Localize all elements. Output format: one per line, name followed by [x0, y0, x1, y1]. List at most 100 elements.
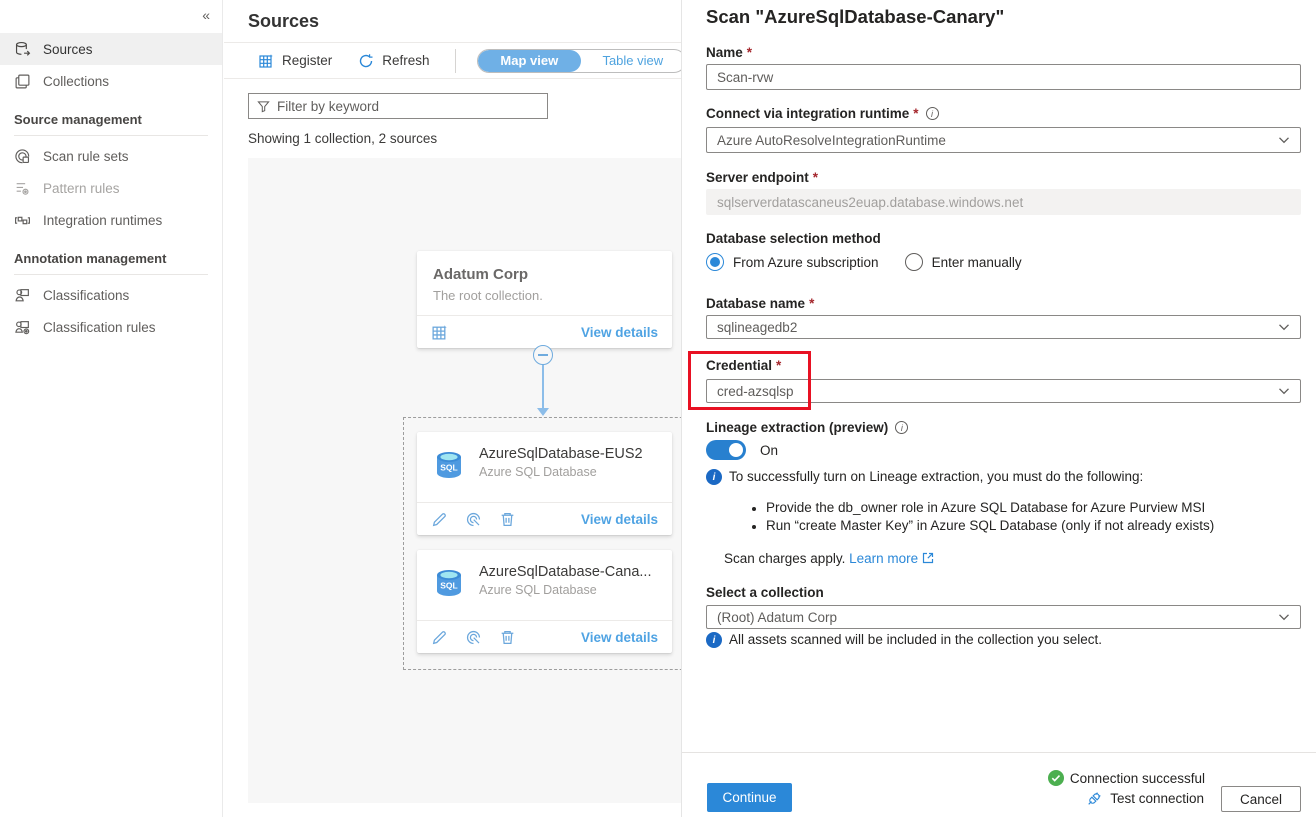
view-details-link[interactable]: View details: [581, 630, 658, 645]
source-name: AzureSqlDatabase-Cana...: [479, 564, 652, 580]
bullet-dot: [752, 525, 756, 529]
azure-sql-database-icon: SQL: [431, 445, 467, 481]
register-grid-icon[interactable]: [431, 324, 448, 341]
scan-icon[interactable]: [465, 629, 482, 646]
test-connection-button[interactable]: Test connection: [1087, 791, 1204, 806]
collapse-node-button[interactable]: [533, 345, 553, 365]
divider: [224, 78, 681, 79]
connector-line: [542, 365, 544, 409]
sidebar-item-label: Collections: [43, 74, 109, 89]
classification-rules-icon: [14, 319, 31, 336]
success-check-icon: [1048, 770, 1064, 786]
collections-icon: [14, 73, 31, 90]
db-name-dropdown[interactable]: sqlineagedb2: [706, 315, 1301, 339]
register-grid-icon: [258, 53, 274, 69]
chevron-down-icon: [1278, 321, 1290, 333]
source-type: Azure SQL Database: [479, 465, 643, 479]
root-collection-card: Adatum Corp The root collection. View de…: [417, 251, 672, 348]
sidebar-collapse-button[interactable]: «: [198, 5, 214, 25]
table-view-tab[interactable]: Table view: [581, 50, 685, 72]
classifications-icon: [14, 287, 31, 304]
connector-arrowhead: [537, 408, 549, 416]
collection-label: Select a collection: [706, 585, 824, 600]
radio-from-azure-subscription[interactable]: From Azure subscription: [706, 253, 879, 271]
sidebar-item-collections[interactable]: Collections: [0, 65, 222, 97]
sidebar-item-pattern-rules[interactable]: Pattern rules: [0, 172, 222, 204]
refresh-icon: [358, 53, 374, 69]
scan-icon[interactable]: [465, 511, 482, 528]
sidebar-item-sources[interactable]: Sources: [0, 33, 222, 65]
name-field-wrapper: [706, 64, 1301, 90]
delete-icon[interactable]: [499, 629, 516, 646]
page-title: Sources: [248, 11, 319, 32]
svg-text:SQL: SQL: [440, 463, 457, 473]
credential-label: Credential*: [706, 358, 781, 373]
edit-icon[interactable]: [431, 511, 448, 528]
filter-input-wrapper: [248, 93, 548, 119]
sidebar-item-label: Classification rules: [43, 320, 156, 335]
chevron-down-icon: [1278, 611, 1290, 623]
sidebar-item-scan-rule-sets[interactable]: Scan rule sets: [0, 140, 222, 172]
view-toggle: Map view Table view: [477, 49, 686, 73]
sidebar-item-label: Classifications: [43, 288, 129, 303]
register-button[interactable]: Register: [258, 53, 332, 69]
filter-icon: [257, 100, 270, 113]
info-tooltip-icon[interactable]: i: [895, 421, 908, 434]
panel-title: Scan "AzureSqlDatabase-Canary": [706, 6, 1004, 28]
chevron-down-icon: [1278, 134, 1290, 146]
scan-charges-line: Scan charges apply. Learn more: [724, 551, 934, 566]
map-view-tab[interactable]: Map view: [478, 50, 582, 72]
pattern-rules-icon: [14, 180, 31, 197]
info-icon: i: [706, 632, 722, 648]
plug-icon: [1087, 791, 1102, 806]
learn-more-link[interactable]: Learn more: [849, 551, 934, 566]
collection-name: Adatum Corp: [433, 266, 656, 283]
credential-dropdown[interactable]: cred-azsqlsp: [706, 379, 1301, 403]
sidebar-item-label: Scan rule sets: [43, 149, 129, 164]
sidebar-item-classifications[interactable]: Classifications: [0, 279, 222, 311]
lineage-toggle[interactable]: [706, 440, 746, 460]
sidebar-item-label: Integration runtimes: [43, 213, 162, 228]
runtime-label: Connect via integration runtime* i: [706, 106, 939, 121]
scan-rule-sets-icon: [14, 148, 31, 165]
collection-dropdown[interactable]: (Root) Adatum Corp: [706, 605, 1301, 629]
filter-input[interactable]: [277, 99, 539, 114]
db-method-radio-group: From Azure subscription Enter manually: [706, 253, 1022, 271]
collection-info-message: i All assets scanned will be included in…: [706, 632, 1102, 648]
delete-icon[interactable]: [499, 511, 516, 528]
sources-map-canvas: Adatum Corp The root collection. View de…: [248, 158, 681, 803]
refresh-label: Refresh: [382, 53, 429, 68]
source-card-canary: SQL AzureSqlDatabase-Cana... Azure SQL D…: [417, 550, 672, 653]
sidebar-section-annotation-management: Annotation management: [0, 247, 222, 274]
cancel-button[interactable]: Cancel: [1221, 786, 1301, 812]
lineage-bullet-2: Run “create Master Key” in Azure SQL Dat…: [752, 518, 1214, 533]
runtime-dropdown[interactable]: Azure AutoResolveIntegrationRuntime: [706, 127, 1301, 153]
collection-description: The root collection.: [433, 288, 656, 303]
azure-sql-database-icon: SQL: [431, 563, 467, 599]
sidebar-item-classification-rules[interactable]: Classification rules: [0, 311, 222, 343]
source-card-eus2: SQL AzureSqlDatabase-EUS2 Azure SQL Data…: [417, 432, 672, 535]
db-method-label: Database selection method: [706, 231, 881, 246]
scan-config-panel: Scan "AzureSqlDatabase-Canary" Name* Con…: [681, 0, 1316, 817]
sidebar-item-integration-runtimes[interactable]: Integration runtimes: [0, 204, 222, 236]
info-tooltip-icon[interactable]: i: [926, 107, 939, 120]
source-name: AzureSqlDatabase-EUS2: [479, 446, 643, 462]
radio-dot: [706, 253, 724, 271]
register-label: Register: [282, 53, 332, 68]
divider: [14, 274, 208, 275]
view-details-link[interactable]: View details: [581, 512, 658, 527]
edit-icon[interactable]: [431, 629, 448, 646]
sources-page: Sources Register Refresh Map view Table …: [224, 0, 681, 817]
refresh-button[interactable]: Refresh: [358, 53, 429, 69]
toggle-state-label: On: [760, 443, 778, 458]
continue-button[interactable]: Continue: [707, 783, 792, 812]
svg-text:SQL: SQL: [440, 581, 457, 591]
lineage-toggle-row: On: [706, 440, 778, 460]
name-input[interactable]: [717, 70, 1290, 85]
integration-runtimes-icon: [14, 212, 31, 229]
chevron-down-icon: [1278, 385, 1290, 397]
radio-enter-manually[interactable]: Enter manually: [905, 253, 1022, 271]
bullet-dot: [752, 507, 756, 511]
view-details-link[interactable]: View details: [581, 325, 658, 340]
info-icon: i: [706, 469, 722, 485]
